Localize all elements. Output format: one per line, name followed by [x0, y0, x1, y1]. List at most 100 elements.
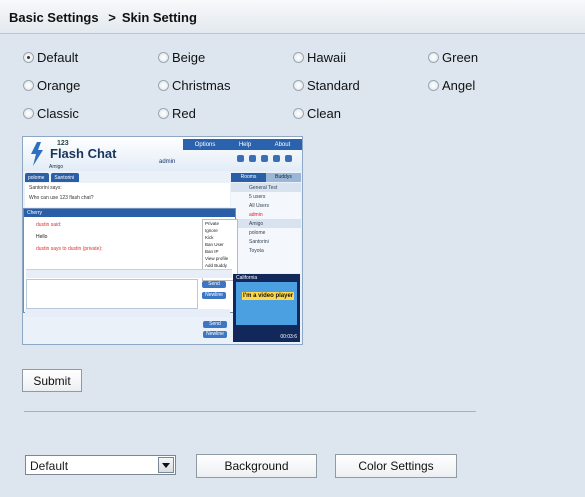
preview-room: General Test — [231, 183, 301, 192]
chevron-down-icon[interactable] — [158, 457, 174, 473]
preview-current-user: admin — [159, 159, 176, 165]
preview-video-screen: I'm a video player — [236, 282, 297, 325]
radio-default[interactable] — [23, 51, 34, 63]
radio-standard[interactable] — [293, 79, 304, 91]
preview-chat-tab: polome — [25, 173, 50, 182]
preview-video-room: California — [236, 275, 258, 281]
preview-menu-item: Help — [238, 141, 252, 148]
preview-tool-icon — [273, 155, 280, 162]
skin-option-red[interactable]: Red — [158, 105, 196, 121]
radio-beige[interactable] — [158, 51, 169, 63]
preview-input-box — [26, 279, 198, 309]
submit-button[interactable]: Submit — [22, 369, 82, 392]
preview-video-text: I'm a video player — [242, 292, 295, 300]
skin-label: Beige — [172, 49, 206, 65]
preview-user: polome — [249, 229, 266, 236]
skin-option-clean[interactable]: Clean — [293, 105, 341, 121]
breadcrumb-separator: > — [108, 10, 116, 25]
skin-option-classic[interactable]: Classic — [23, 105, 79, 121]
page-header: Basic Settings > Skin Setting — [0, 0, 585, 34]
skin-option-beige[interactable]: Beige — [158, 49, 205, 65]
preview-ctx-item: Ban IP — [205, 249, 219, 254]
skin-label: Default — [37, 49, 79, 65]
radio-christmas[interactable] — [158, 79, 169, 91]
preview-user-list: General Test 5 users All Users admin Ami… — [231, 183, 301, 273]
skin-option-angel[interactable]: Angel — [428, 77, 475, 93]
skin-option-orange[interactable]: Orange — [23, 77, 80, 93]
radio-classic[interactable] — [23, 107, 34, 119]
radio-angel[interactable] — [428, 79, 439, 91]
preview-win-line: dustin said: — [36, 222, 62, 228]
preview-tab-label: polome — [28, 174, 45, 181]
preview-logo-title: Flash Chat — [50, 146, 117, 161]
skin-option-hawaii[interactable]: Hawaii — [293, 49, 346, 65]
skin-label: Orange — [37, 77, 81, 93]
preview-private-window: Cherry dustin said: Hello dustin says to… — [23, 208, 238, 313]
preview-users-count: 5 users — [249, 193, 266, 200]
skin-label: Standard — [307, 77, 360, 93]
preview-menu-item: About — [274, 141, 291, 148]
preview-bottom-toolbar — [25, 309, 230, 317]
preview-win-line: Hello — [36, 234, 48, 240]
background-button[interactable]: Background — [196, 454, 317, 478]
preview-toolbar — [237, 155, 292, 162]
preview-format-toolbar — [26, 269, 232, 278]
preview-tool-icon — [261, 155, 268, 162]
color-settings-button[interactable]: Color Settings — [335, 454, 457, 478]
radio-clean[interactable] — [293, 107, 304, 119]
skin-option-christmas[interactable]: Christmas — [158, 77, 231, 93]
preview-chat-tabs: polome Santorini — [25, 173, 80, 182]
radio-orange[interactable] — [23, 79, 34, 91]
radio-hawaii[interactable] — [293, 51, 304, 63]
skin-label: Christmas — [172, 77, 231, 93]
preview-ctx-item: Ban User — [205, 242, 224, 247]
preview-window-title: Cherry — [24, 209, 235, 217]
skin-option-default[interactable]: Default — [23, 49, 78, 65]
preview-topbar: 123 Flash Chat Options Help About admin … — [23, 137, 302, 171]
radio-green[interactable] — [428, 51, 439, 63]
breadcrumb-section: Basic Settings — [9, 10, 99, 25]
preview-ctx-item: View profile — [205, 256, 229, 261]
preview-send-button: Send — [202, 281, 226, 288]
preview-tool-icon — [249, 155, 256, 162]
preview-right-tabs: Rooms Buddys — [231, 173, 301, 182]
skin-label: Red — [172, 105, 196, 121]
preview-chat-says: Santorini says: — [29, 185, 62, 191]
preview-amigo: Amigo — [49, 164, 64, 170]
skin-label: Angel — [442, 77, 476, 93]
preview-ctx-item: Kick — [205, 235, 214, 240]
skin-select[interactable]: Default — [25, 455, 176, 475]
preview-user: admin — [249, 211, 263, 218]
preview-user: All Users — [249, 202, 270, 209]
preview-tool-icon — [237, 155, 244, 162]
skin-label: Classic — [37, 105, 79, 121]
preview-win-line: dustin says to dustin (private): — [36, 246, 103, 252]
preview-ctx-item: Private — [205, 221, 220, 226]
preview-chat-message: Who can use 123 flash chat? — [29, 195, 94, 201]
skin-option-standard[interactable]: Standard — [293, 77, 360, 93]
preview-ctx-item: Ignore — [205, 228, 218, 233]
preview-chat-log: Santorini says: Who can use 123 flash ch… — [25, 183, 230, 207]
skin-select-value: Default — [30, 459, 69, 473]
preview-user: Amigo — [231, 219, 301, 228]
preview-newline-button-bottom: Newline — [203, 331, 227, 338]
preview-window-body: dustin said: Hello dustin says to dustin… — [26, 219, 201, 255]
preview-right-tab: Buddys — [266, 173, 301, 182]
preview-user: Santorini — [249, 238, 269, 245]
preview-tool-icon — [285, 155, 292, 162]
radio-red[interactable] — [158, 107, 169, 119]
skin-label: Clean — [307, 105, 341, 121]
preview-ctx-item: Add Buddy — [205, 263, 228, 268]
skin-option-green[interactable]: Green — [428, 49, 478, 65]
preview-menu-item: Options — [194, 141, 216, 148]
preview-menu: Options Help About — [183, 139, 302, 150]
preview-user: Toyota — [249, 247, 264, 254]
preview-send-button-bottom: Send — [203, 321, 227, 328]
skin-preview: 123 Flash Chat Options Help About admin … — [22, 136, 303, 345]
preview-chat-tab: Santorini — [51, 173, 80, 182]
chat-logo-icon — [31, 142, 43, 166]
preview-video-player: California I'm a video player 00:03:6 — [233, 274, 300, 342]
preview-tab-label: Santorini — [54, 174, 75, 181]
preview-right-tab: Rooms — [231, 173, 266, 182]
breadcrumb: Basic Settings > Skin Setting — [9, 10, 197, 25]
